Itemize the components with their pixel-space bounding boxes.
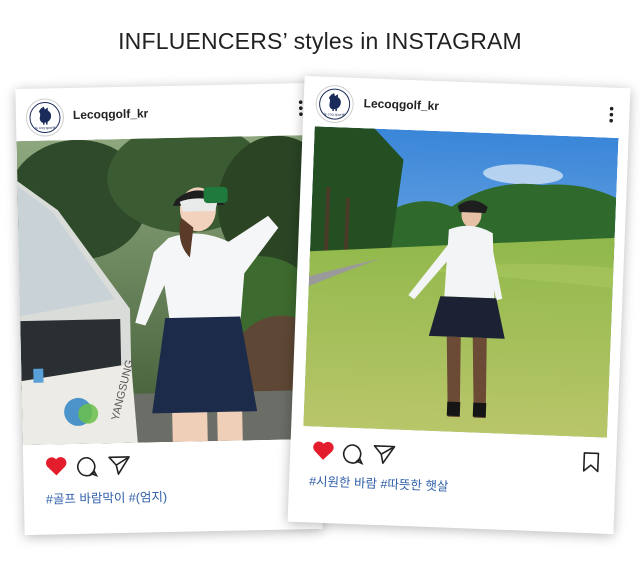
instagram-post-card-2: le coq sportif Lecoqgolf_kr #시원한 바람 #따뜻한…	[287, 75, 631, 535]
profile-avatar[interactable]: le coq sportif	[314, 84, 355, 124]
bookmark-icon[interactable]	[582, 451, 601, 474]
profile-avatar[interactable]: le coq sportif	[25, 98, 65, 137]
rooster-logo-icon: le coq sportif	[29, 102, 61, 134]
golf-course-photo-illustration	[303, 126, 619, 438]
avatar-brand-text: le coq sportif	[324, 112, 345, 117]
rooster-logo-icon: le coq sportif	[319, 88, 351, 120]
instagram-post-card-1: le coq sportif Lecoqgolf_kr YANGSUNG #골프…	[15, 82, 323, 536]
comment-icon[interactable]	[76, 456, 99, 478]
post-photo[interactable]: YANGSUNG	[16, 134, 321, 446]
heart-icon[interactable]	[312, 440, 335, 461]
post-hashtags[interactable]: #시원한 바람 #따뜻한 햇살	[309, 470, 449, 494]
page-headline: INFLUENCERS’ styles in INSTAGRAM	[118, 28, 522, 54]
heart-icon[interactable]	[45, 456, 67, 476]
share-icon[interactable]	[372, 443, 397, 466]
post-hashtags[interactable]: #골프 바람막이 #(엄지)	[46, 486, 168, 508]
more-options-icon[interactable]	[608, 106, 615, 124]
post-username[interactable]: Lecoqgolf_kr	[73, 106, 149, 122]
post-username[interactable]: Lecoqgolf_kr	[363, 96, 439, 113]
post-photo[interactable]	[303, 126, 619, 438]
golfer-photo-illustration: YANGSUNG	[16, 134, 321, 446]
avatar-brand-text: le coq sportif	[35, 126, 55, 130]
comment-icon[interactable]	[342, 443, 365, 466]
share-icon[interactable]	[107, 454, 131, 476]
